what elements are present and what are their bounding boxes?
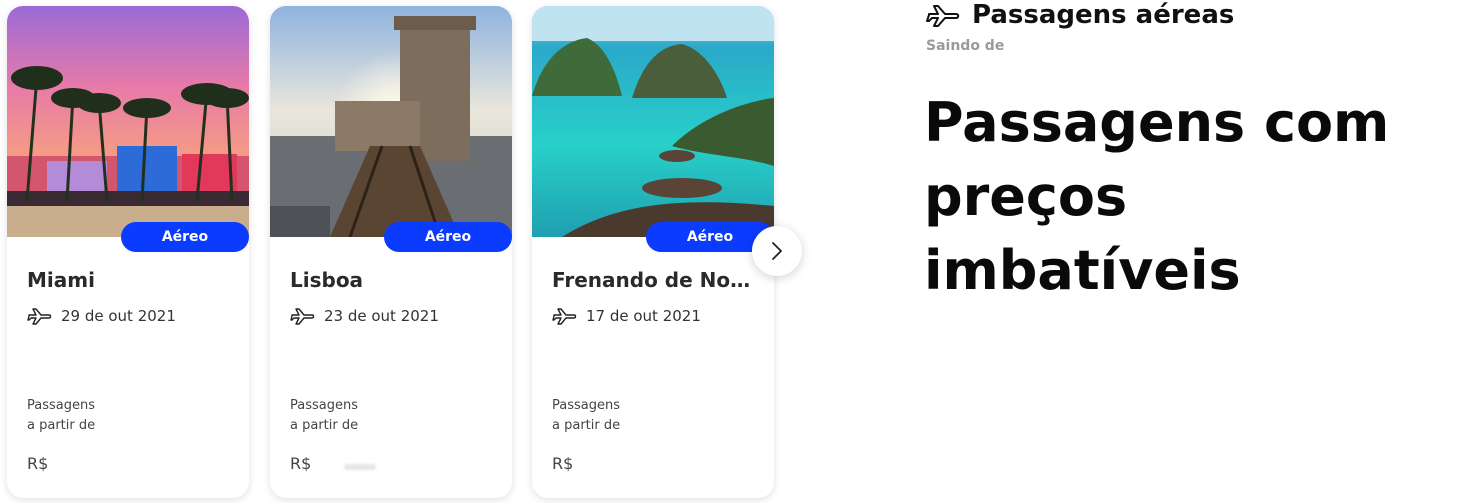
departure-date: 29 de out 2021	[61, 307, 176, 325]
destination-name: Lisboa	[290, 268, 364, 292]
departure-date: 17 de out 2021	[586, 307, 701, 325]
carousel-next-button[interactable]	[752, 226, 802, 276]
destination-card[interactable]: Aéreo Miami 29 de out 2021 Passagens a p…	[7, 6, 249, 498]
departure-date: 23 de out 2021	[324, 307, 439, 325]
airplane-icon	[926, 5, 960, 27]
price-label-line1: Passagens	[27, 398, 95, 413]
price-label-line2: a partir de	[27, 418, 96, 433]
destination-name: Frenando de Noronha	[552, 268, 752, 292]
price-label-line1: Passagens	[290, 398, 358, 413]
airplane-icon	[290, 308, 315, 325]
price-label-line1: Passagens	[552, 398, 620, 413]
destination-photo	[532, 6, 774, 237]
price-value-obscured	[344, 464, 376, 470]
price-currency: R$	[552, 454, 574, 473]
hero-headline: Passagens com preços imbatíveis	[924, 91, 1390, 302]
airplane-icon	[552, 308, 577, 325]
destination-card[interactable]: Aéreo Frenando de Noronha 17 de out 2021…	[532, 6, 774, 498]
flight-badge: Aéreo	[384, 222, 512, 252]
price-label-line2: a partir de	[290, 418, 359, 433]
date-row: 29 de out 2021	[27, 304, 176, 328]
airplane-icon	[27, 308, 52, 325]
destination-name: Miami	[27, 268, 95, 292]
destination-card[interactable]: Aéreo Lisboa 23 de out 2021 Passagens a …	[270, 6, 512, 498]
price-label-line2: a partir de	[552, 418, 621, 433]
chevron-right-icon	[772, 242, 782, 260]
destination-photo	[7, 6, 249, 237]
section-subtitle: Saindo de	[926, 38, 1005, 54]
price-currency: R$	[290, 454, 312, 473]
date-row: 17 de out 2021	[552, 304, 701, 328]
date-row: 23 de out 2021	[290, 304, 439, 328]
destination-photo	[270, 6, 512, 237]
section-title: Passagens aéreas	[972, 0, 1235, 30]
flight-badge: Aéreo	[121, 222, 249, 252]
price-currency: R$	[27, 454, 49, 473]
section-header: Passagens aéreas	[926, 0, 1234, 30]
